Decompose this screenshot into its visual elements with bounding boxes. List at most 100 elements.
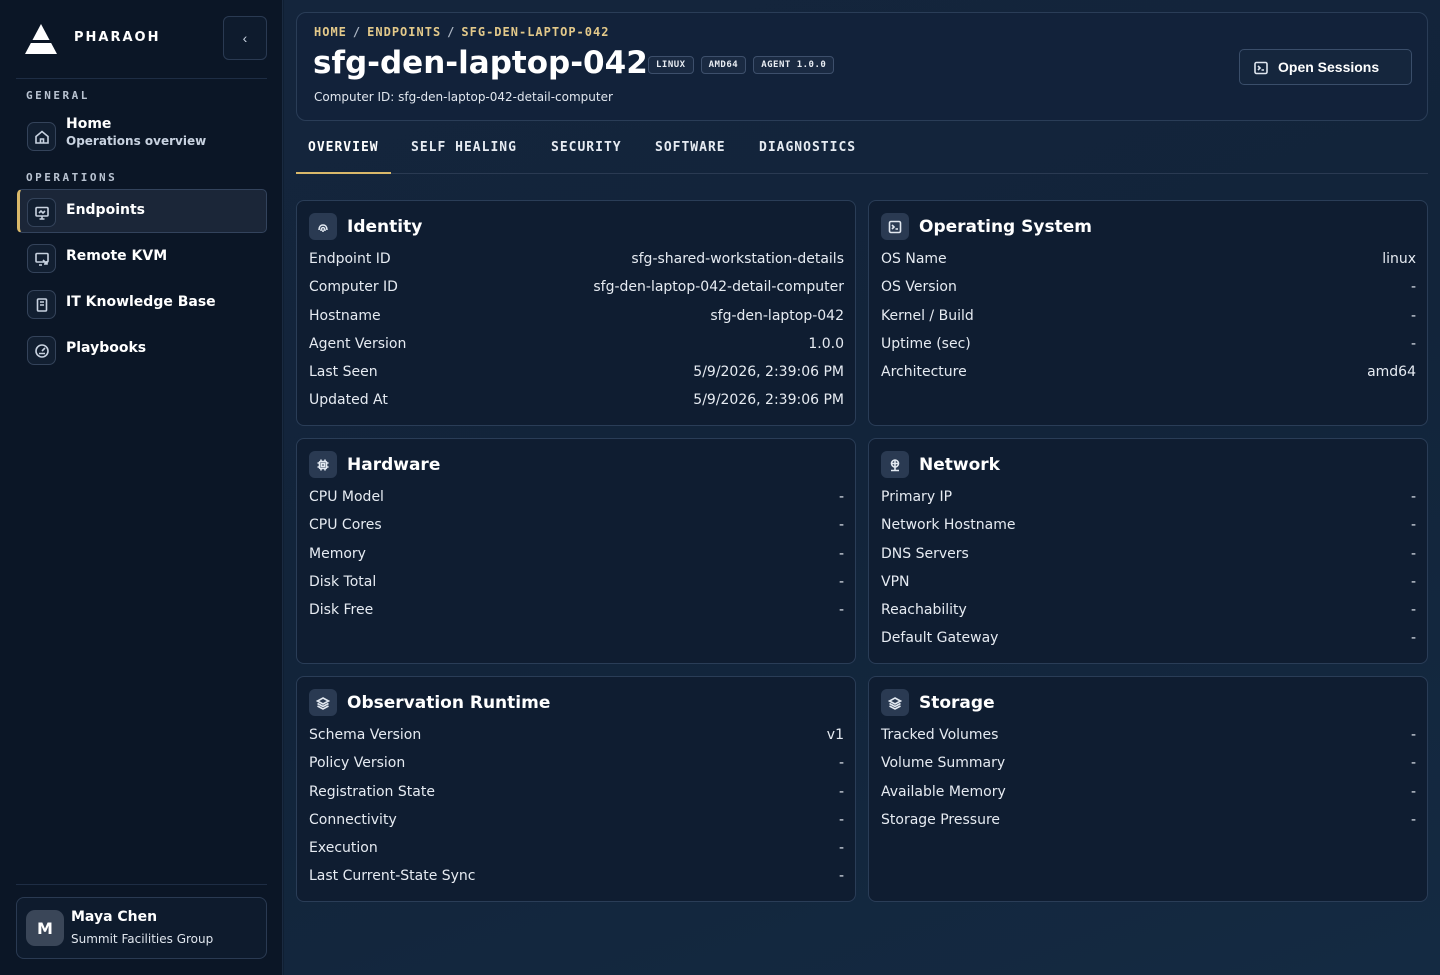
detail-value: - bbox=[1410, 783, 1416, 800]
section-label-general: GENERAL bbox=[26, 89, 90, 102]
tab-diagnostics[interactable]: DIAGNOSTICS bbox=[759, 140, 856, 173]
detail-value: - bbox=[838, 840, 844, 857]
os-badge: LINUX bbox=[648, 56, 694, 74]
detail-value: sfg-den-laptop-042-detail-computer bbox=[593, 279, 844, 296]
tab-self-healing[interactable]: SELF HEALING bbox=[411, 140, 517, 173]
detail-label: Architecture bbox=[881, 364, 967, 381]
detail-label: Policy Version bbox=[309, 755, 406, 772]
network-card: Network Primary IP - Network Hostname - DNS … bbox=[868, 438, 1428, 664]
card-title: Hardware bbox=[347, 455, 441, 475]
detail-label: Agent Version bbox=[309, 335, 407, 352]
main-content: HOME / ENDPOINTS / SFG-DEN-LAPTOP-042 sfg-de… bbox=[284, 0, 1440, 975]
user-card[interactable]: M Maya Chen Summit Facilities Group bbox=[16, 897, 267, 959]
sidebar-item-playbooks[interactable]: Playbooks bbox=[17, 327, 267, 371]
card-rows: Schema Version v1 Policy Version - Registrat… bbox=[309, 727, 844, 897]
sidebar-item-sublabel: Operations overview bbox=[66, 134, 207, 148]
detail-value: - bbox=[1410, 755, 1416, 772]
detail-label: Reachability bbox=[881, 602, 967, 619]
detail-value: - bbox=[1410, 811, 1416, 828]
detail-row: Tracked Volumes - bbox=[881, 727, 1416, 755]
detail-value: amd64 bbox=[1367, 364, 1416, 381]
detail-row: Endpoint ID sfg-shared-workstation-detail… bbox=[309, 251, 844, 279]
tab-security[interactable]: SECURITY bbox=[551, 140, 622, 173]
detail-label: Registration State bbox=[309, 783, 435, 800]
detail-label: Endpoint ID bbox=[309, 251, 391, 267]
cpu-icon bbox=[309, 451, 337, 478]
breadcrumb-separator: / bbox=[352, 25, 362, 39]
detail-label: Available Memory bbox=[881, 783, 1006, 800]
detail-value: - bbox=[1410, 489, 1416, 505]
gauge-icon bbox=[27, 336, 56, 365]
layers-icon bbox=[309, 689, 337, 716]
sidebar-item-remote-kvm[interactable]: Remote KVM bbox=[17, 235, 267, 279]
detail-value: sfg-shared-workstation-details bbox=[631, 251, 844, 267]
detail-row: Connectivity - bbox=[309, 812, 844, 840]
sidebar-item-label: IT Knowledge Base bbox=[66, 294, 216, 310]
chevron-left-icon: ‹ bbox=[242, 30, 248, 46]
tab-software[interactable]: SOFTWARE bbox=[655, 140, 726, 173]
sidebar-item-endpoints[interactable]: Endpoints bbox=[17, 189, 267, 233]
detail-row: Primary IP - bbox=[881, 489, 1416, 517]
detail-label: CPU Cores bbox=[309, 517, 382, 534]
detail-value: - bbox=[1410, 517, 1416, 534]
detail-value: - bbox=[838, 517, 844, 534]
breadcrumb-endpoints[interactable]: ENDPOINTS bbox=[367, 25, 441, 39]
card-title: Storage bbox=[919, 693, 995, 713]
detail-value: 5/9/2026, 2:39:06 PM bbox=[693, 364, 844, 381]
detail-value: linux bbox=[1382, 251, 1416, 267]
detail-row: Volume Summary - bbox=[881, 755, 1416, 783]
badge-group: LINUX AMD64 AGENT 1.0.0 bbox=[648, 56, 835, 74]
sidebar-item-home[interactable]: Home Operations overview bbox=[17, 113, 267, 157]
detail-value: - bbox=[1410, 279, 1416, 296]
detail-row: Last Current-State Sync - bbox=[309, 868, 844, 896]
detail-label: VPN bbox=[881, 573, 910, 590]
storage-card: Storage Tracked Volumes - Volume Summary - A… bbox=[868, 676, 1428, 902]
divider bbox=[16, 884, 267, 885]
detail-value: - bbox=[1410, 727, 1416, 743]
detail-value: - bbox=[1410, 335, 1416, 352]
detail-label: Updated At bbox=[309, 392, 388, 409]
sidebar-item-label: Endpoints bbox=[66, 202, 145, 218]
detail-row: CPU Cores - bbox=[309, 517, 844, 545]
detail-value: - bbox=[838, 783, 844, 800]
computer-id: Computer ID: sfg-den-laptop-042-detail-c… bbox=[314, 90, 613, 104]
detail-value: - bbox=[838, 573, 844, 590]
detail-value: sfg-den-laptop-042 bbox=[710, 307, 844, 324]
terminal-icon bbox=[881, 213, 909, 240]
observation-runtime-card: Observation Runtime Schema Version v1 Poli… bbox=[296, 676, 856, 902]
detail-row: Hostname sfg-den-laptop-042 bbox=[309, 308, 844, 336]
detail-value: 5/9/2026, 2:39:06 PM bbox=[693, 392, 844, 409]
detail-row: DNS Servers - bbox=[881, 546, 1416, 574]
detail-row: Disk Total - bbox=[309, 574, 844, 602]
detail-row: Uptime (sec) - bbox=[881, 336, 1416, 364]
detail-value: - bbox=[1410, 630, 1416, 647]
detail-label: CPU Model bbox=[309, 489, 384, 505]
pharaoh-logo-icon bbox=[25, 24, 57, 54]
detail-label: Network Hostname bbox=[881, 517, 1016, 534]
breadcrumb-home[interactable]: HOME bbox=[314, 25, 347, 39]
detail-label: Disk Free bbox=[309, 602, 374, 619]
collapse-sidebar-button[interactable]: ‹ bbox=[223, 16, 267, 60]
sidebar-item-it-knowledge-base[interactable]: IT Knowledge Base bbox=[17, 281, 267, 325]
detail-row: Memory - bbox=[309, 546, 844, 574]
detail-label: Disk Total bbox=[309, 573, 377, 590]
detail-value: 1.0.0 bbox=[808, 335, 844, 352]
open-sessions-button[interactable]: Open Sessions bbox=[1239, 49, 1412, 85]
detail-label: Volume Summary bbox=[881, 755, 1006, 772]
detail-label: Hostname bbox=[309, 307, 381, 324]
monitor-icon bbox=[27, 198, 56, 227]
detail-row: Available Memory - bbox=[881, 784, 1416, 812]
detail-label: Schema Version bbox=[309, 727, 422, 743]
brand-name: PHARAOH bbox=[74, 30, 161, 45]
open-sessions-label: Open Sessions bbox=[1278, 59, 1380, 75]
detail-label: Default Gateway bbox=[881, 630, 999, 647]
detail-row: Architecture amd64 bbox=[881, 364, 1416, 392]
detail-label: Uptime (sec) bbox=[881, 335, 971, 352]
detail-row: Schema Version v1 bbox=[309, 727, 844, 755]
detail-row: Registration State - bbox=[309, 784, 844, 812]
detail-value: - bbox=[1410, 545, 1416, 562]
tab-overview[interactable]: OVERVIEW bbox=[296, 140, 391, 174]
hardware-card: Hardware CPU Model - CPU Cores - Memory - Disk… bbox=[296, 438, 856, 664]
breadcrumb: HOME / ENDPOINTS / SFG-DEN-LAPTOP-042 bbox=[314, 25, 609, 39]
detail-value: - bbox=[1410, 307, 1416, 324]
